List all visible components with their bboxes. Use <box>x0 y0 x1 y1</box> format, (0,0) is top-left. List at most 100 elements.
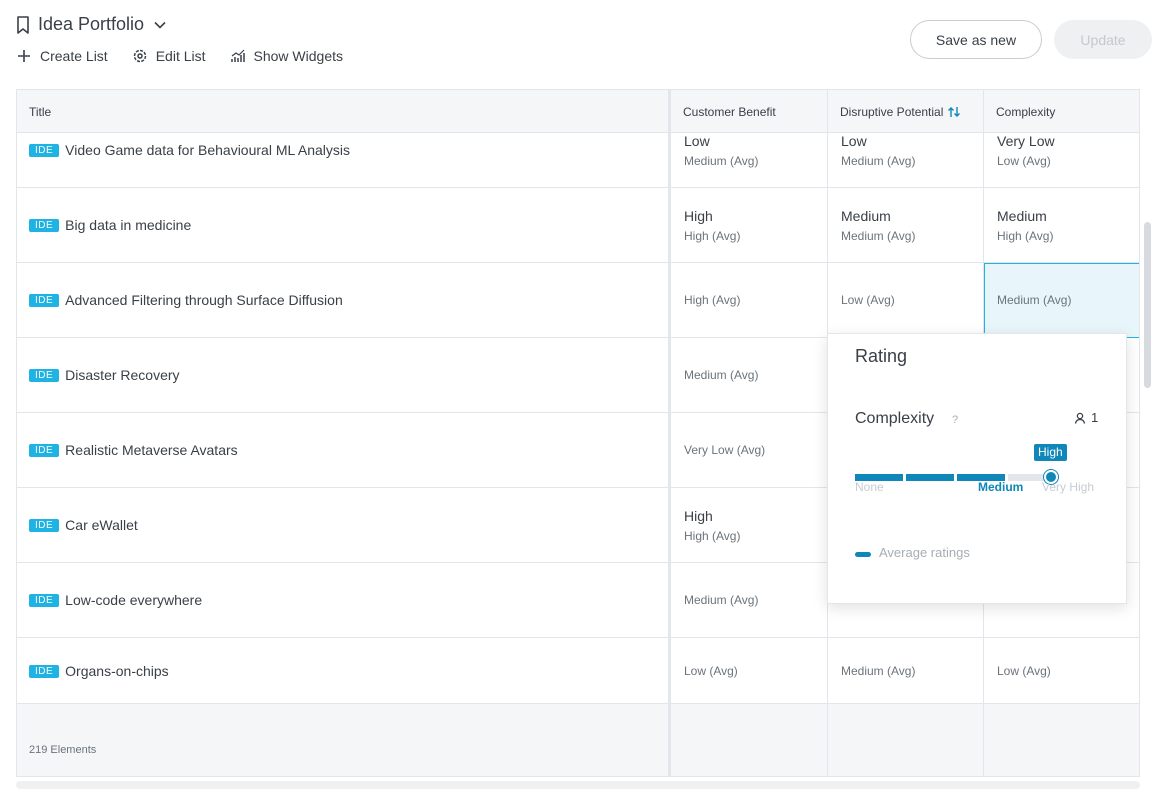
column-divider[interactable] <box>668 90 671 776</box>
disruptive-potential-cell[interactable]: Low (Avg) <box>828 263 984 337</box>
idea-tag: IDE <box>29 593 60 607</box>
table-row[interactable]: IDE Advanced Filtering through Surface D… <box>17 263 1139 338</box>
average-value: Medium (Avg) <box>841 153 916 168</box>
page-title: Idea Portfolio <box>38 14 145 34</box>
customer-benefit-cell[interactable]: High High (Avg) <box>671 488 827 562</box>
row-title-cell[interactable]: IDE Big data in medicine <box>17 188 191 262</box>
scale-label-medium[interactable]: Medium <box>978 480 1023 494</box>
rating-value: Very Low <box>997 132 1055 149</box>
average-value: Low (Avg) <box>997 664 1051 678</box>
rating-segment[interactable] <box>906 474 954 481</box>
table-row[interactable]: IDE Video Game data for Behavioural ML A… <box>17 113 1139 188</box>
row-title[interactable]: Advanced Filtering through Surface Diffu… <box>65 292 343 308</box>
scale-label-very-high[interactable]: Very High <box>1042 480 1094 494</box>
rating-value: Low <box>684 132 710 149</box>
row-title[interactable]: Video Game data for Behavioural ML Analy… <box>65 142 350 158</box>
row-title-cell[interactable]: IDE Low-code everywhere <box>17 563 202 637</box>
customer-benefit-cell[interactable]: Low Medium (Avg) <box>671 113 827 187</box>
idea-tag: IDE <box>29 218 60 232</box>
row-title-cell[interactable]: IDE Organs-on-chips <box>17 638 169 704</box>
idea-tag: IDE <box>29 368 60 382</box>
rating-value: Low <box>841 132 867 149</box>
row-title-cell[interactable]: IDE Realistic Metaverse Avatars <box>17 413 238 487</box>
customer-benefit-cell[interactable]: High High (Avg) <box>671 188 827 262</box>
save-as-new-button[interactable]: Save as new <box>910 20 1042 59</box>
average-value: Medium (Avg) <box>684 593 759 607</box>
table-row[interactable]: IDE Organs-on-chips Low (Avg) Medium (Av… <box>17 638 1139 704</box>
row-title[interactable]: Organs-on-chips <box>65 663 169 679</box>
horizontal-scrollbar[interactable] <box>16 781 1140 789</box>
rating-value: High <box>684 507 713 524</box>
legend-swatch <box>855 552 871 557</box>
table-footer: 219 Elements <box>17 704 1139 776</box>
complexity-cell[interactable]: Very Low Low (Avg) <box>984 113 1139 187</box>
customer-benefit-cell[interactable]: Medium (Avg) <box>671 563 827 637</box>
average-value: Low (Avg) <box>684 664 738 678</box>
portfolio-title[interactable]: Idea Portfolio <box>16 14 166 35</box>
user-icon <box>1074 412 1086 424</box>
average-value: Medium (Avg) <box>684 153 759 168</box>
customer-benefit-cell[interactable]: Low (Avg) <box>671 638 827 704</box>
disruptive-potential-cell[interactable]: Low Medium (Avg) <box>828 113 984 187</box>
row-title[interactable]: Low-code everywhere <box>65 592 202 608</box>
complexity-cell[interactable]: Medium High (Avg) <box>984 188 1139 262</box>
disruptive-potential-cell[interactable]: Medium Medium (Avg) <box>828 188 984 262</box>
edit-list-label: Edit List <box>155 48 206 64</box>
idea-tag: IDE <box>29 518 60 532</box>
edit-list-button[interactable]: Edit List <box>132 48 206 64</box>
show-widgets-label: Show Widgets <box>253 48 343 64</box>
average-value: High (Avg) <box>684 228 741 243</box>
idea-tag: IDE <box>29 293 60 307</box>
average-value: High (Avg) <box>684 293 741 307</box>
rating-value: High <box>684 207 713 224</box>
bookmark-icon <box>17 15 29 34</box>
average-value: High (Avg) <box>684 528 741 543</box>
row-title-cell[interactable]: IDE Disaster Recovery <box>17 338 180 412</box>
rating-value: Medium <box>841 207 891 224</box>
average-value: Low (Avg) <box>997 153 1051 168</box>
chart-icon <box>230 49 245 62</box>
rater-count: 1 <box>1091 410 1099 425</box>
row-title[interactable]: Car eWallet <box>65 517 138 533</box>
customer-benefit-cell[interactable]: Very Low (Avg) <box>671 413 827 487</box>
idea-tag: IDE <box>29 664 60 678</box>
average-value: Medium (Avg) <box>684 368 759 382</box>
help-icon[interactable]: ? <box>952 414 958 426</box>
element-count: 219 Elements <box>29 744 97 756</box>
rating-value: Medium <box>997 207 1047 224</box>
criterion-label: Complexity <box>855 410 935 427</box>
rating-popup: Rating Complexity ? 1 High None Medium V… <box>827 333 1127 604</box>
disruptive-potential-cell[interactable]: Medium (Avg) <box>828 638 984 704</box>
average-value: Medium (Avg) <box>841 664 916 678</box>
scale-label-none[interactable]: None <box>855 480 884 494</box>
plus-icon <box>18 50 30 62</box>
complexity-cell[interactable]: Low (Avg) <box>984 638 1139 704</box>
average-value: Medium (Avg) <box>997 293 1072 307</box>
row-title-cell[interactable]: IDE Video Game data for Behavioural ML A… <box>17 113 350 187</box>
average-value: Very Low (Avg) <box>684 443 766 457</box>
show-widgets-button[interactable]: Show Widgets <box>230 48 343 64</box>
row-title[interactable]: Disaster Recovery <box>65 367 179 383</box>
average-value: Medium (Avg) <box>841 228 916 243</box>
row-title-cell[interactable]: IDE Advanced Filtering through Surface D… <box>17 263 343 337</box>
row-title-cell[interactable]: IDE Car eWallet <box>17 488 138 562</box>
customer-benefit-cell[interactable]: Medium (Avg) <box>671 338 827 412</box>
idea-tag: IDE <box>29 443 60 457</box>
table-row[interactable]: IDE Big data in medicine High High (Avg)… <box>17 188 1139 263</box>
idea-tag: IDE <box>29 143 60 157</box>
row-title[interactable]: Realistic Metaverse Avatars <box>65 442 237 458</box>
chevron-down-icon[interactable] <box>154 21 166 29</box>
customer-benefit-cell[interactable]: High (Avg) <box>671 263 827 337</box>
legend-label: Average ratings <box>879 545 970 560</box>
average-value: High (Avg) <box>997 228 1054 243</box>
popup-heading: Rating <box>855 346 908 366</box>
toolbar: Create List Edit List Show Widgets <box>16 48 343 64</box>
complexity-cell-selected[interactable]: Medium (Avg) <box>984 263 1139 337</box>
selected-rating-badge: High <box>1034 444 1067 461</box>
create-list-label: Create List <box>40 48 108 64</box>
update-button[interactable]: Update <box>1054 20 1152 59</box>
create-list-button[interactable]: Create List <box>16 48 108 64</box>
row-title[interactable]: Big data in medicine <box>65 217 191 233</box>
vertical-scrollbar[interactable] <box>1144 222 1151 388</box>
gear-icon <box>133 49 146 63</box>
